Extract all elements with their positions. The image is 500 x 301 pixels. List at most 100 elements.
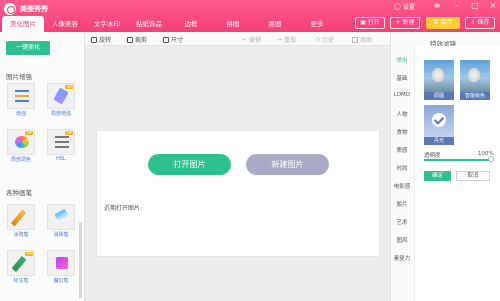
open-image-button[interactable]: 打开图片	[148, 154, 231, 175]
tool-marker-pen[interactable]: VIP 标注笔	[7, 250, 35, 284]
app-title: 美图秀秀	[20, 5, 48, 13]
check-icon	[432, 113, 446, 127]
tool-eraser-pen[interactable]: 消除笔	[47, 204, 75, 238]
original-button[interactable]: 原图	[352, 35, 372, 44]
rotate-icon	[91, 36, 97, 43]
pen-icon	[10, 209, 27, 227]
history-icon: ◷	[315, 36, 323, 43]
original-label: 原图	[360, 37, 373, 44]
size-label: 尺寸	[171, 37, 184, 44]
crop-button[interactable]: 裁剪	[127, 35, 147, 44]
category-retro[interactable]: 素复力	[391, 254, 413, 262]
tool-doodle-pen[interactable]: 涂鸦笔	[7, 204, 35, 238]
minimize-icon[interactable]: –	[452, 1, 462, 10]
category-fashion[interactable]: 时尚	[391, 164, 413, 172]
history-label: 历史	[322, 37, 335, 44]
vip-label: 会员	[440, 19, 453, 26]
redo-label: 重做	[283, 37, 296, 44]
tool-thumb	[7, 204, 35, 230]
tool-label: 增强	[15, 111, 26, 117]
filter-label: 丹光	[424, 137, 454, 145]
vip-button[interactable]: ♛ 会员	[426, 17, 460, 29]
category-film[interactable]: 胶片	[391, 200, 413, 208]
tab-frame[interactable]: 边框	[170, 16, 212, 32]
tool-magic-pen[interactable]: 魔幻笔	[47, 250, 75, 284]
new-image-button[interactable]: 新建图片	[246, 154, 329, 175]
sliders-icon	[15, 90, 29, 92]
size-icon	[163, 36, 169, 43]
category-food[interactable]: 食物	[391, 128, 413, 136]
hsl-icon	[55, 136, 69, 138]
tab-beautify[interactable]: 美化图片	[2, 16, 44, 32]
category-basic[interactable]: 基础	[391, 74, 413, 82]
main-tabs: 美化图片 人像美容 文字水印 贴纸饰品 边框 拼图 抠图 更多	[2, 16, 338, 32]
confirm-button[interactable]: 确定	[424, 171, 451, 181]
filter-thumb	[460, 60, 490, 92]
filter-smart-color[interactable]: 智能绘色	[460, 60, 490, 100]
close-icon[interactable]: ×	[488, 1, 498, 10]
rotate-button[interactable]: 旋转	[91, 35, 111, 44]
tool-hsl[interactable]: VIP HSL	[47, 129, 75, 163]
tab-cutout[interactable]: 抠图	[254, 16, 296, 32]
tool-label: 局部增强	[50, 111, 71, 117]
tool-local-enhance[interactable]: VIP 局部增强	[47, 83, 75, 117]
tool-label: 局部调色	[10, 157, 31, 163]
category-cinematic[interactable]: 电影感	[391, 182, 413, 190]
category-common[interactable]: 常用	[391, 56, 413, 64]
recent-images-label: 近期打开图片:	[104, 205, 143, 212]
open-button[interactable]: ▣ 打开	[355, 17, 385, 29]
tool-local-color[interactable]: VIP 局部调色	[7, 129, 35, 163]
opacity-slider[interactable]	[424, 159, 490, 161]
crop-label: 裁剪	[135, 37, 148, 44]
vip-badge: VIP	[25, 131, 33, 135]
menu-icon[interactable]: ≡	[432, 1, 442, 10]
category-art[interactable]: 艺术	[391, 218, 413, 226]
undo-icon: ←	[242, 36, 249, 43]
title-bar: 美图秀秀 美化图片 人像美容 文字水印 贴纸饰品 边框 拼图 抠图 更多 设置 …	[0, 0, 500, 32]
tool-thumb	[7, 83, 35, 109]
category-portrait[interactable]: 人物	[391, 110, 413, 118]
tool-thumb: VIP	[7, 250, 35, 276]
vip-badge: VIP	[65, 131, 73, 135]
undo-button[interactable]: ← 撤销	[242, 35, 261, 44]
sidebar-scrollbar[interactable]	[79, 222, 82, 298]
category-lomo[interactable]: LOMO	[391, 92, 413, 98]
settings-button[interactable]: 设置	[394, 2, 415, 11]
tool-thumb: VIP	[7, 129, 35, 155]
history-button[interactable]: ◷ 历史	[315, 35, 334, 44]
settings-label: 设置	[403, 4, 416, 11]
undo-label: 撤销	[248, 37, 261, 44]
magic-pen-icon	[56, 257, 68, 269]
vip-badge: VIP	[65, 85, 73, 89]
open-label: 打开	[367, 19, 380, 26]
cancel-button[interactable]: 取消	[456, 171, 490, 181]
tab-more[interactable]: 更多	[296, 16, 338, 32]
tab-portrait[interactable]: 人像美容	[44, 16, 86, 32]
save-button[interactable]: ⇩ 保存	[465, 17, 495, 29]
tool-enhance[interactable]: 增强	[7, 83, 35, 117]
crop-icon	[127, 36, 133, 43]
tab-text-watermark[interactable]: 文字水印	[86, 16, 128, 32]
category-style[interactable]: 图风	[391, 236, 413, 244]
new-label: 新建	[402, 19, 415, 26]
vip-badge: VIP	[25, 252, 33, 256]
color-wheel-icon	[15, 136, 29, 148]
redo-icon: →	[277, 36, 284, 43]
size-button[interactable]: 尺寸	[163, 35, 183, 44]
opacity-slider-handle[interactable]	[488, 156, 494, 162]
tool-label: 涂鸦笔	[13, 232, 29, 238]
tab-stickers[interactable]: 贴纸饰品	[128, 16, 170, 32]
redo-button[interactable]: → 重做	[277, 35, 296, 44]
maximize-icon[interactable]: □	[470, 1, 480, 10]
filter-danguang[interactable]: 丹光	[424, 105, 454, 145]
tool-label: 消除笔	[53, 232, 69, 238]
tab-collage[interactable]: 拼图	[212, 16, 254, 32]
new-button[interactable]: + 新建	[390, 17, 420, 29]
opacity-label: 透明度	[424, 153, 441, 159]
filter-original[interactable]: 原图	[424, 60, 454, 100]
category-texture[interactable]: 质感	[391, 146, 413, 154]
wand-icon	[53, 87, 69, 105]
filter-thumb-selected	[424, 105, 454, 137]
filter-thumb	[424, 60, 454, 92]
one-key-beautify-button[interactable]: 一键美化	[6, 41, 50, 55]
